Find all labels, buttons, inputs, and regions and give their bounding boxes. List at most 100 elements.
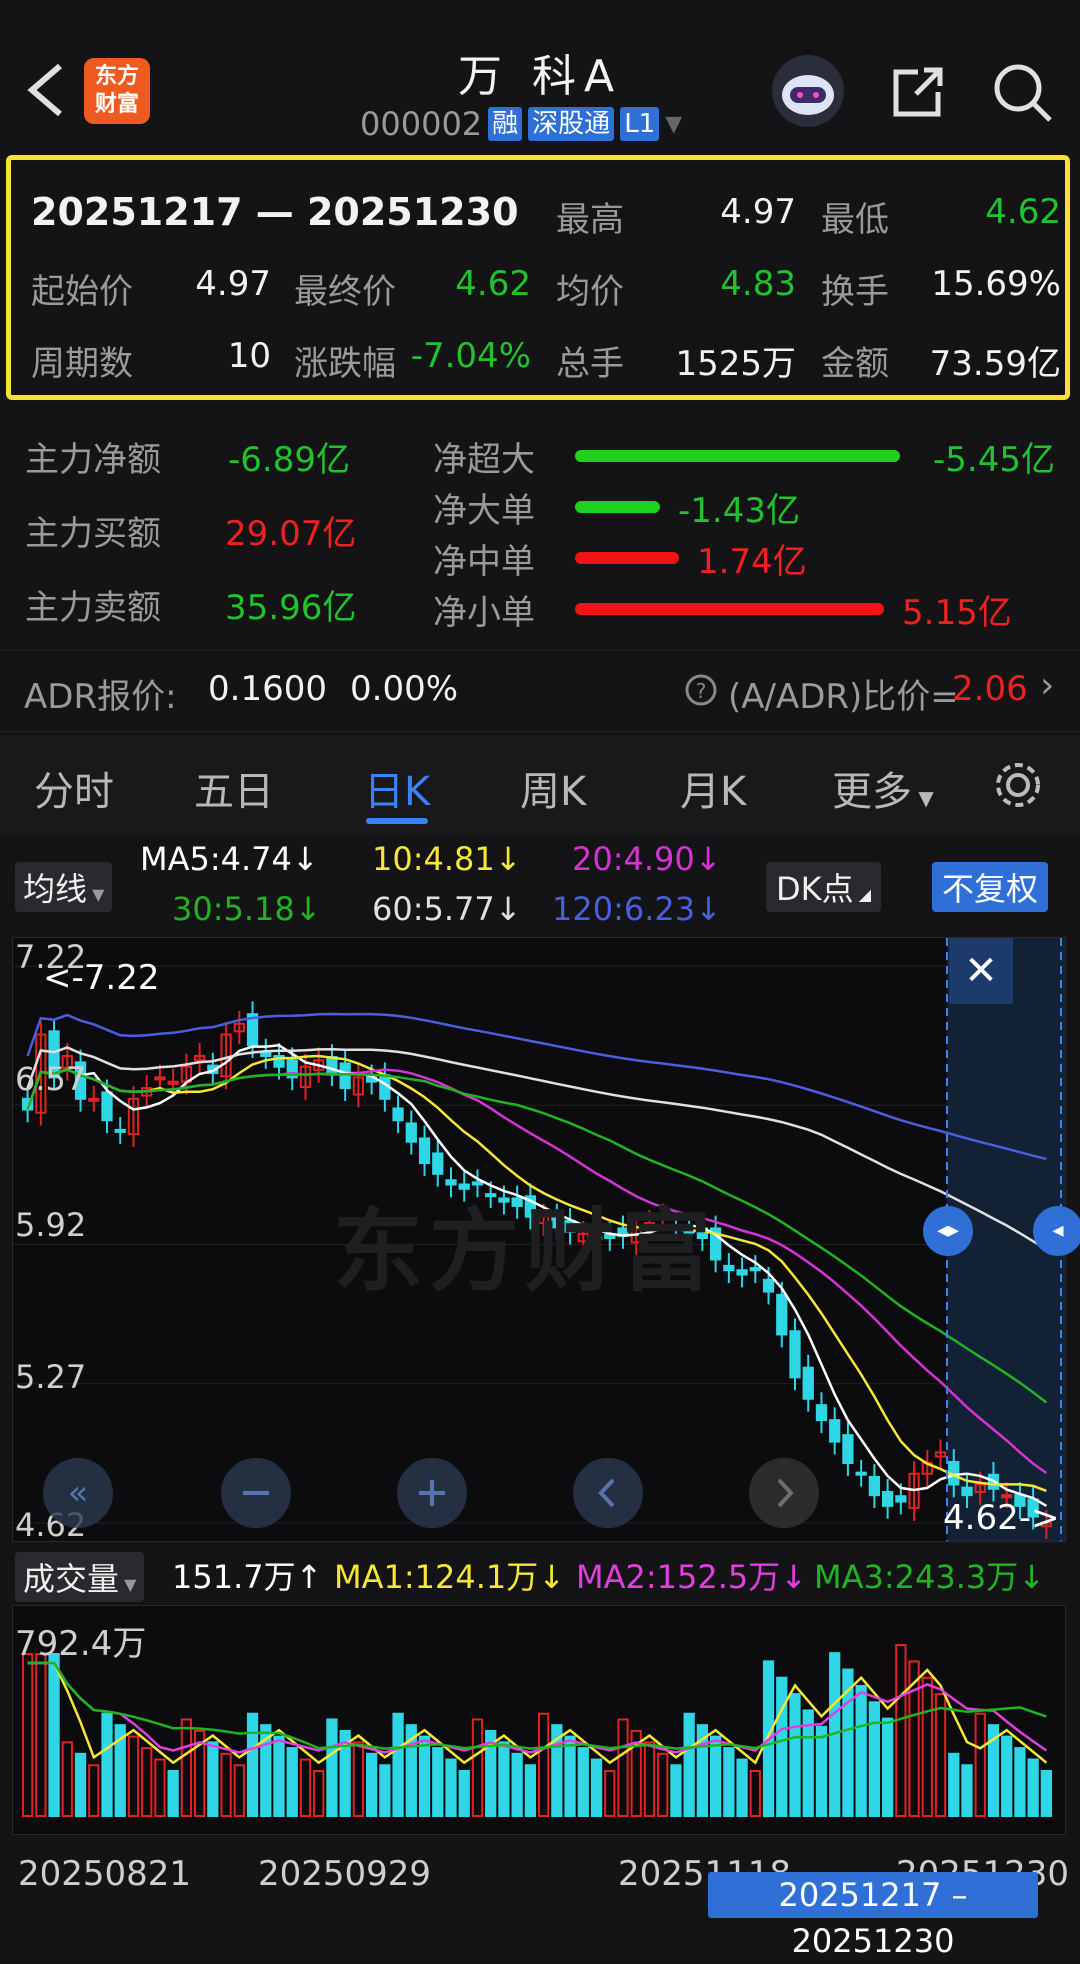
volume-chart[interactable]: 792.4万 [12, 1605, 1066, 1835]
volume-ma-line [27, 1661, 1048, 1754]
ma-selector[interactable]: 均线 ▼ [15, 862, 113, 912]
candle-body [776, 1293, 788, 1336]
volume-bar [881, 1717, 894, 1817]
flow-row-value: 5.15亿 [902, 593, 1012, 633]
chevron-down-icon[interactable]: ▼ [665, 112, 682, 137]
candle-body [392, 1107, 404, 1122]
candle-body [881, 1490, 894, 1507]
flow-row-label: 净超大 [433, 440, 535, 480]
volume-bar [471, 1718, 484, 1817]
periods-label: 周期数 [31, 344, 133, 384]
stock-code-row[interactable]: 000002 融 深股通 L1 ▼ [360, 104, 682, 144]
adr-row[interactable]: ADR报价: 0.1600 0.00% ? (A/ADR)比价= 2.06 › [0, 650, 1080, 732]
candle-body [154, 1076, 166, 1081]
tab-daily-k[interactable]: 日K [364, 759, 430, 817]
candle-body [802, 1366, 814, 1400]
flow-row-label: 净小单 [433, 593, 535, 633]
tab-five-day[interactable]: 五日 [194, 759, 274, 817]
low-value: 4.62 [985, 192, 1061, 232]
volume-bar [61, 1741, 73, 1817]
zoom-out-button[interactable] [221, 1458, 291, 1528]
net-main-value: -6.89亿 [228, 440, 350, 480]
volume-bar [299, 1758, 312, 1817]
settings-gear-icon[interactable] [990, 757, 1046, 817]
share-icon[interactable] [888, 62, 948, 122]
candle-body [418, 1137, 431, 1165]
volume-bar [74, 1752, 87, 1817]
top-bar: 东方 财富 万 科A 000002 融 深股通 L1 ▼ [0, 0, 1080, 150]
flow-row-bar [575, 603, 884, 615]
candle-body [868, 1475, 881, 1497]
volume-bar [617, 1718, 629, 1817]
volume-bar [498, 1741, 510, 1817]
volume-bar [537, 1712, 550, 1817]
volume-max-label: 792.4万 [15, 1624, 147, 1664]
open-label: 起始价 [31, 272, 133, 312]
volume-bar [577, 1747, 589, 1817]
active-tab-indicator [366, 818, 428, 824]
close-selection-button[interactable]: ✕ [949, 938, 1013, 1004]
candle-body [101, 1091, 113, 1122]
y-tick-2: 6.57 [15, 1060, 87, 1098]
capital-flow-section[interactable]: 主力净额 -6.89亿 主力买额 29.07亿 主力卖额 35.96亿 净超大 -… [0, 410, 1080, 645]
tab-weekly-k[interactable]: 周K [520, 759, 586, 817]
volume-bar [895, 1644, 907, 1817]
adr-price: 0.1600 [208, 669, 327, 709]
range-handle-left[interactable]: ◂▸ [923, 1206, 973, 1256]
volume-ma3: MA3:243.3万↓ [814, 1558, 1046, 1596]
svg-text:?: ? [696, 679, 707, 703]
volume-current: 151.7万↑ [172, 1558, 323, 1596]
candle-body [749, 1267, 761, 1272]
volume-bar [48, 1653, 60, 1817]
scroll-to-start-button[interactable]: « [43, 1458, 113, 1528]
volume-bar [868, 1701, 881, 1817]
volume-bar [855, 1684, 867, 1817]
volume-bar [590, 1758, 603, 1817]
volume-bar [948, 1752, 960, 1817]
volume-bar [657, 1752, 669, 1817]
zoom-in-button[interactable] [397, 1458, 467, 1528]
search-icon[interactable] [990, 60, 1054, 124]
candle-body [895, 1495, 907, 1503]
help-icon[interactable]: ? [684, 673, 718, 711]
volume-bar [273, 1735, 285, 1818]
candle-body [405, 1122, 417, 1143]
candle-body [723, 1264, 735, 1272]
volume-bar [643, 1741, 656, 1817]
net-main-label: 主力净额 [25, 440, 161, 480]
scroll-right-button[interactable] [749, 1458, 819, 1528]
candle-body [432, 1152, 444, 1175]
open-value: 4.97 [195, 264, 271, 304]
back-arrow-icon[interactable] [20, 60, 70, 120]
range-handle-right[interactable]: ◂ [1033, 1206, 1080, 1256]
volume-bar [207, 1741, 219, 1817]
tab-monthly-k[interactable]: 月K [680, 759, 746, 817]
volume-bar [418, 1735, 431, 1818]
adr-ratio-value: 2.06 [952, 669, 1028, 709]
dk-point-button[interactable]: DK点 ◢ [766, 862, 882, 912]
flow-row-bar [575, 552, 679, 564]
adjust-mode-button[interactable]: 不复权 [932, 862, 1049, 912]
candlestick-chart[interactable]: 7.22 6.57 5.92 5.27 4.62 <-7.22 4.62-> 东… [12, 937, 1080, 1544]
adr-pct: 0.00% [350, 669, 459, 709]
volume-bar [776, 1676, 788, 1817]
volume-bar [961, 1764, 973, 1817]
indicator-selector[interactable]: 成交量 ▼ [15, 1552, 145, 1602]
volume-bar [313, 1770, 325, 1817]
buy-main-value: 29.07亿 [225, 514, 357, 554]
chevron-right-icon[interactable]: › [1040, 665, 1054, 706]
scroll-left-button[interactable] [573, 1458, 643, 1528]
assistant-avatar-icon[interactable] [772, 55, 844, 127]
selected-range-badge: 20251217 – 20251230 [708, 1872, 1038, 1960]
volume-bar [564, 1735, 576, 1818]
flow-row-value: -5.45亿 [933, 440, 1055, 480]
candle-body [736, 1269, 748, 1276]
periods-value: 10 [227, 336, 271, 376]
volume-bar [921, 1676, 933, 1817]
volume-bar [127, 1735, 140, 1818]
tab-intraday[interactable]: 分时 [34, 759, 114, 817]
date-range: 20251217 — 20251230 [31, 190, 519, 234]
volume-bar [392, 1712, 404, 1817]
tab-more[interactable]: 更多 ▼ [832, 759, 934, 817]
flow-row-bar [575, 501, 660, 513]
